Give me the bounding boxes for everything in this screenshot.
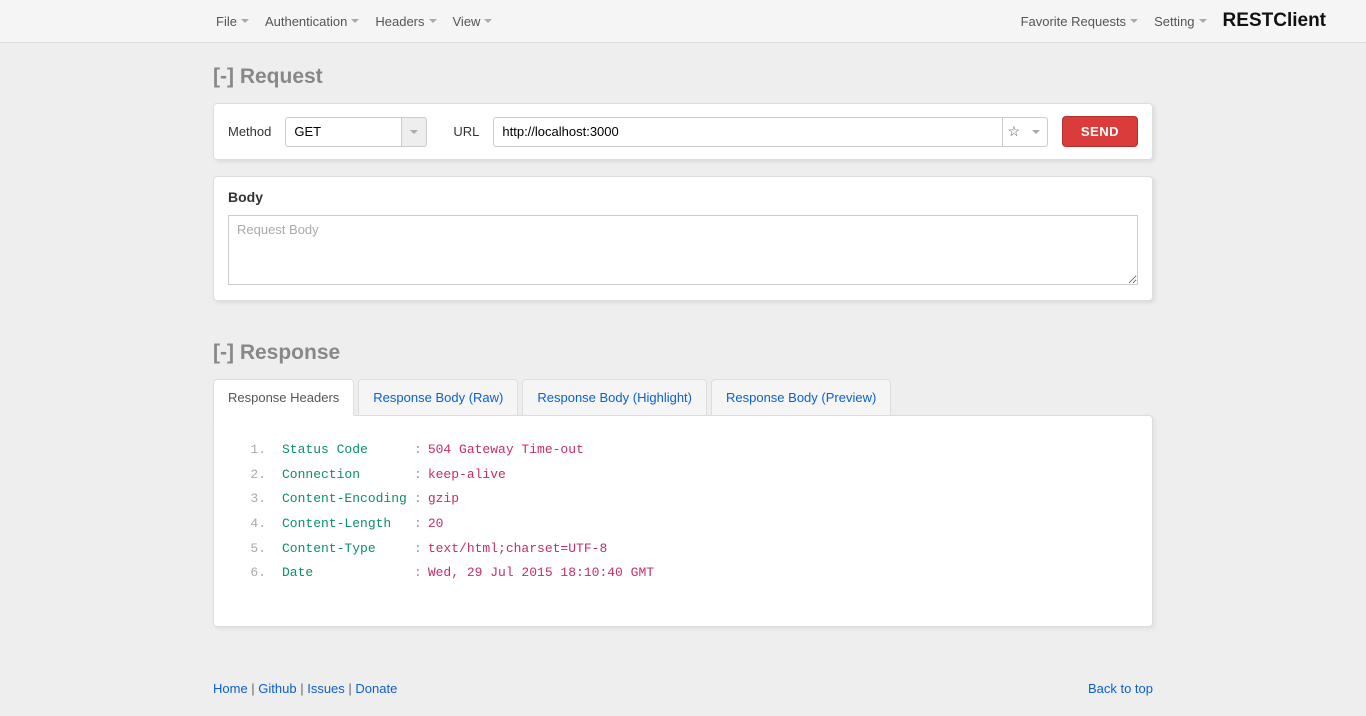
- tab-response-body-preview[interactable]: Response Body (Preview): [711, 379, 891, 416]
- caret-down-icon: [241, 19, 249, 23]
- menu-view-label: View: [453, 14, 481, 29]
- header-separator: :: [414, 512, 422, 537]
- url-label: URL: [453, 124, 479, 139]
- top-menubar: File Authentication Headers View Favorit…: [0, 0, 1366, 43]
- url-history-dropdown[interactable]: [1025, 130, 1047, 134]
- menu-favorite-requests[interactable]: Favorite Requests: [1021, 14, 1139, 29]
- favorite-star-icon[interactable]: ☆: [1003, 123, 1025, 140]
- url-actions: ☆: [1002, 117, 1048, 147]
- response-header-row: 6. Date:Wed, 29 Jul 2015 18:10:40 GMT: [238, 561, 1128, 586]
- header-line-number: 4.: [238, 512, 266, 537]
- caret-down-icon: [484, 19, 492, 23]
- footer-links: Home | Github | Issues | Donate: [213, 681, 397, 696]
- footer-link-github[interactable]: Github: [258, 681, 296, 696]
- header-separator: :: [414, 487, 422, 512]
- url-wrap: ☆: [493, 117, 1047, 147]
- header-key: Content-Encoding: [282, 487, 414, 512]
- menu-authentication[interactable]: Authentication: [265, 14, 359, 29]
- menu-headers-label: Headers: [375, 14, 424, 29]
- footer: Home | Github | Issues | Donate Back to …: [213, 681, 1153, 696]
- header-line-number: 6.: [238, 561, 266, 586]
- menu-left: File Authentication Headers View: [216, 14, 492, 29]
- menu-file-label: File: [216, 14, 237, 29]
- header-line-number: 2.: [238, 463, 266, 488]
- response-tabs: Response Headers Response Body (Raw) Res…: [213, 379, 1153, 416]
- caret-down-icon: [351, 19, 359, 23]
- body-header: Body: [228, 189, 1138, 205]
- method-select: [285, 117, 427, 147]
- menu-headers[interactable]: Headers: [375, 14, 436, 29]
- body-panel: Body: [213, 176, 1153, 301]
- tab-response-body-raw[interactable]: Response Body (Raw): [358, 379, 518, 416]
- menu-view[interactable]: View: [453, 14, 493, 29]
- method-input[interactable]: [285, 117, 401, 147]
- footer-link-home[interactable]: Home: [213, 681, 248, 696]
- caret-down-icon: [1032, 130, 1040, 134]
- response-toggle[interactable]: [-]: [213, 341, 234, 364]
- tab-response-body-highlight[interactable]: Response Body (Highlight): [522, 379, 707, 416]
- header-value: Wed, 29 Jul 2015 18:10:40 GMT: [428, 561, 654, 586]
- caret-down-icon: [410, 130, 418, 134]
- footer-link-issues[interactable]: Issues: [307, 681, 345, 696]
- header-line-number: 1.: [238, 438, 266, 463]
- response-header-row: 1. Status Code:504 Gateway Time-out: [238, 438, 1128, 463]
- caret-down-icon: [429, 19, 437, 23]
- request-toggle[interactable]: [-]: [213, 65, 234, 88]
- request-title-text: Request: [240, 65, 323, 88]
- response-header-row: 2. Connection:keep-alive: [238, 463, 1128, 488]
- method-dropdown-button[interactable]: [401, 117, 427, 147]
- header-key: Date: [282, 561, 414, 586]
- header-separator: :: [414, 537, 422, 562]
- url-input[interactable]: [493, 117, 1001, 147]
- header-value: gzip: [428, 487, 459, 512]
- response-header-row: 3. Content-Encoding:gzip: [238, 487, 1128, 512]
- back-to-top-link[interactable]: Back to top: [1088, 681, 1153, 696]
- menu-fav-label: Favorite Requests: [1021, 14, 1127, 29]
- header-separator: :: [414, 438, 422, 463]
- menu-auth-label: Authentication: [265, 14, 347, 29]
- response-section-title: [-] Response: [213, 341, 1153, 365]
- menu-setting-label: Setting: [1154, 14, 1194, 29]
- send-button[interactable]: SEND: [1062, 116, 1138, 147]
- method-label: Method: [228, 124, 271, 139]
- response-header-row: 4. Content-Length:20: [238, 512, 1128, 537]
- header-separator: :: [414, 463, 422, 488]
- menu-setting[interactable]: Setting: [1154, 14, 1206, 29]
- request-panel: Method URL ☆ SEND: [213, 103, 1153, 160]
- header-value: keep-alive: [428, 463, 506, 488]
- header-separator: :: [414, 561, 422, 586]
- header-line-number: 5.: [238, 537, 266, 562]
- request-section-title: [-] Request: [213, 65, 1153, 89]
- header-value: 20: [428, 512, 444, 537]
- caret-down-icon: [1130, 19, 1138, 23]
- response-title-text: Response: [240, 341, 340, 364]
- header-key: Connection: [282, 463, 414, 488]
- header-key: Status Code: [282, 438, 414, 463]
- header-value: text/html;charset=UTF-8: [428, 537, 607, 562]
- response-headers-list: 1.Status Code:504 Gateway Time-out2.Conn…: [238, 438, 1128, 586]
- header-key: Content-Length: [282, 512, 414, 537]
- menu-right: Favorite Requests Setting RESTClient: [1021, 10, 1326, 32]
- menu-file[interactable]: File: [216, 14, 249, 29]
- tab-response-headers[interactable]: Response Headers: [213, 379, 354, 416]
- header-line-number: 3.: [238, 487, 266, 512]
- response-header-row: 5. Content-Type:text/html;charset=UTF-8: [238, 537, 1128, 562]
- app-brand: RESTClient: [1223, 10, 1326, 32]
- header-value: 504 Gateway Time-out: [428, 438, 584, 463]
- header-key: Content-Type: [282, 537, 414, 562]
- response-panel: 1.Status Code:504 Gateway Time-out2.Conn…: [213, 415, 1153, 627]
- request-body-textarea[interactable]: [228, 215, 1138, 285]
- caret-down-icon: [1199, 19, 1207, 23]
- footer-link-donate[interactable]: Donate: [355, 681, 397, 696]
